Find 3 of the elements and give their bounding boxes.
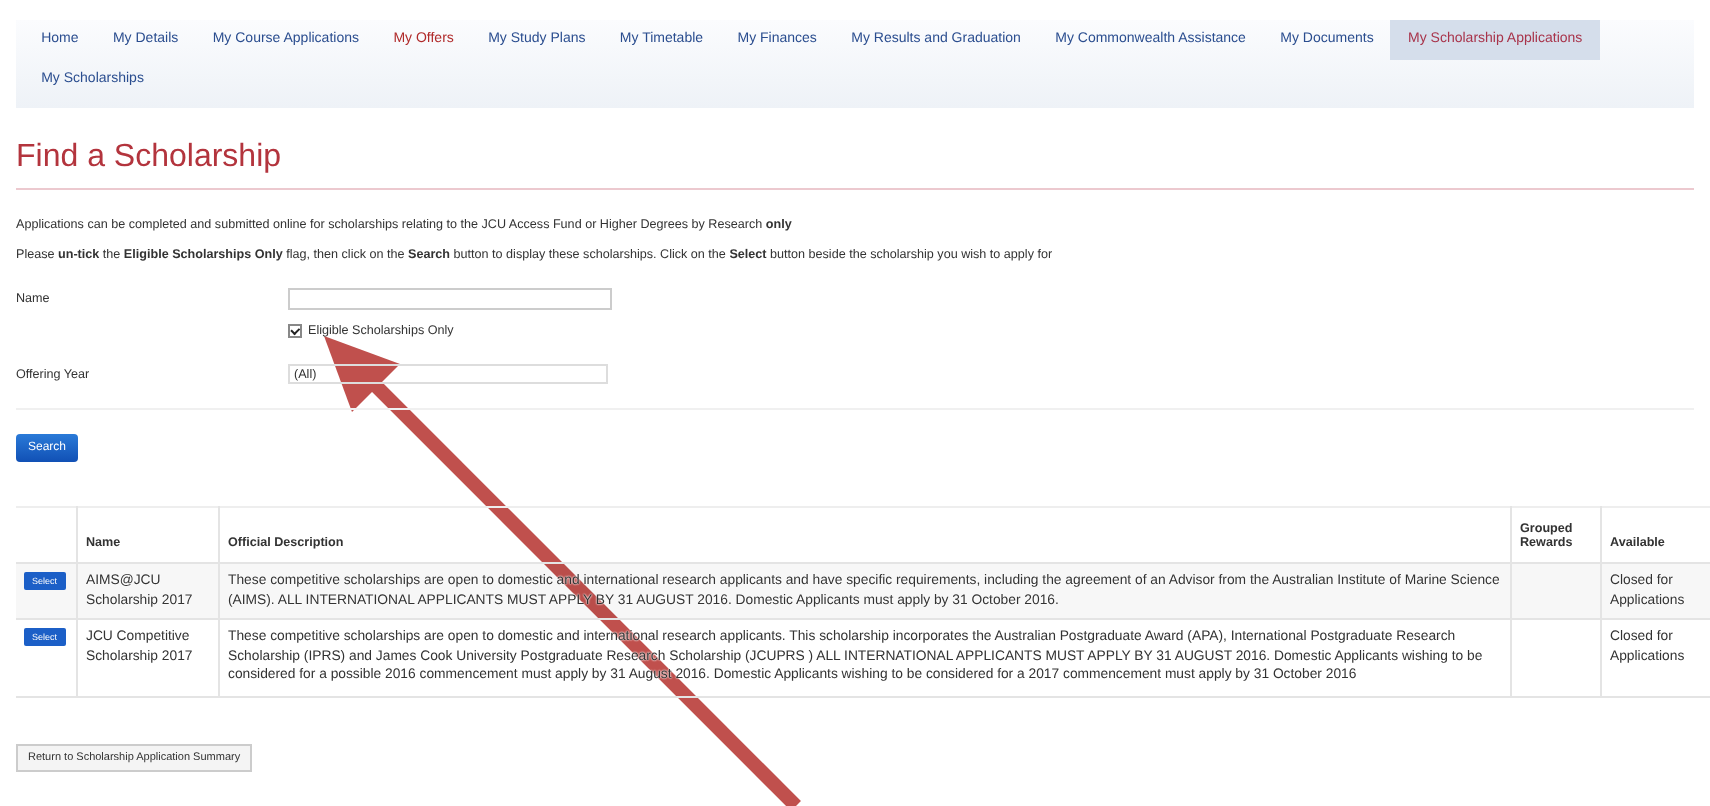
- eligible-checkbox[interactable]: [288, 324, 302, 338]
- name-field[interactable]: [288, 288, 612, 310]
- page-title: Find a Scholarship: [16, 140, 1694, 190]
